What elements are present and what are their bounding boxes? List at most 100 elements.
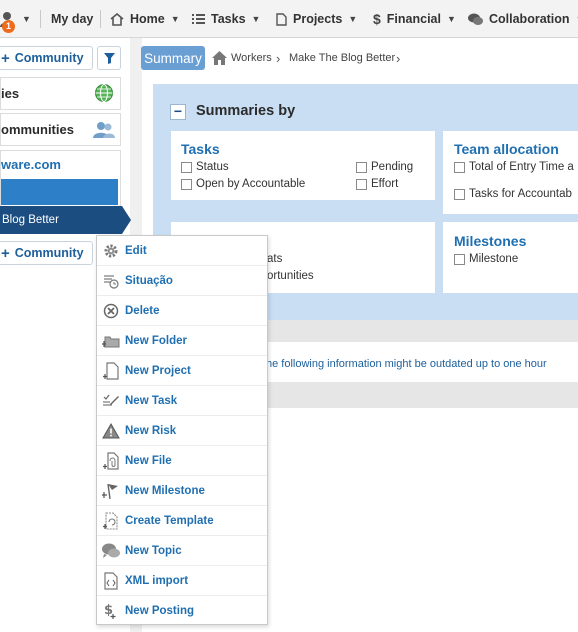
checkbox-box[interactable] xyxy=(181,178,192,190)
left-panel-box-1[interactable]: ies xyxy=(0,77,121,110)
checkbox-open-by-accountable-label: Open by Accountable xyxy=(196,178,306,190)
left-panel-box-2[interactable]: ommunities xyxy=(0,113,121,146)
menu-item-label: New Project xyxy=(125,364,191,377)
active-project-item[interactable]: Blog Better xyxy=(0,206,122,234)
checkbox-box[interactable] xyxy=(356,178,367,190)
menu-item-new-project[interactable]: New Project xyxy=(97,356,267,386)
milestone-flag-icon xyxy=(101,481,121,501)
menu-item-delete[interactable]: Delete xyxy=(97,296,267,326)
nav-financial-label: Financial xyxy=(386,12,441,26)
menu-item-new-task[interactable]: New Task xyxy=(97,386,267,416)
checkbox-milestone-label: Milestone xyxy=(469,253,519,265)
summaries-title: Summaries by xyxy=(196,103,296,119)
menu-item-new-posting[interactable]: $ New Posting xyxy=(97,596,267,626)
add-community-label: Community xyxy=(14,51,84,65)
chevron-right-icon: › xyxy=(276,50,281,66)
menu-item-new-milestone[interactable]: New Milestone xyxy=(97,476,267,506)
menu-item-new-risk[interactable]: New Risk xyxy=(97,416,267,446)
new-task-icon xyxy=(101,391,121,411)
chevron-down-icon: ▼ xyxy=(170,14,180,24)
checkbox-box[interactable] xyxy=(454,161,465,173)
chevron-down-icon: ▼ xyxy=(22,14,31,24)
list-icon xyxy=(192,14,205,24)
menu-item-new-topic[interactable]: New Topic xyxy=(97,536,267,566)
menu-item-label: Situação xyxy=(125,274,173,287)
status-clock-icon xyxy=(101,271,121,291)
checkbox-tasks-for-accountable-label: Tasks for Accountab xyxy=(469,188,572,200)
nav-collaboration[interactable]: Collaboration ▼ xyxy=(468,0,578,38)
nav-home-label: Home xyxy=(130,12,165,26)
menu-item-situacao[interactable]: Situação xyxy=(97,266,267,296)
globe-icon xyxy=(95,84,113,102)
menu-item-label: Delete xyxy=(125,304,160,317)
milestones-card-title[interactable]: Milestones xyxy=(454,233,526,249)
checkbox-status-label: Status xyxy=(196,161,229,173)
checkbox-box[interactable] xyxy=(454,188,465,200)
checkbox-effort-label: Effort xyxy=(371,178,399,190)
checkbox-milestone[interactable]: Milestone xyxy=(454,253,518,265)
nav-home[interactable]: Home ▼ xyxy=(110,0,180,38)
add-community-label-2: Community xyxy=(14,246,84,260)
breadcrumb-project[interactable]: Make The Blog Better xyxy=(289,46,395,70)
nav-projects[interactable]: Projects ▼ xyxy=(276,0,357,38)
nav-tasks[interactable]: Tasks ▼ xyxy=(192,0,260,38)
tab-summary[interactable]: Summary xyxy=(141,46,205,70)
collapse-button[interactable]: − xyxy=(170,104,186,120)
checkbox-open-by-accountable[interactable]: Open by Accountable xyxy=(181,178,305,190)
menu-item-create-template[interactable]: Create Template xyxy=(97,506,267,536)
opportunities-card-item[interactable]: ats xyxy=(267,253,282,265)
menu-item-label: Create Template xyxy=(125,514,214,527)
chevron-down-icon: ▼ xyxy=(446,14,456,24)
chevron-down-icon: ▼ xyxy=(348,14,358,24)
new-project-icon xyxy=(101,361,121,381)
menu-item-label: XML import xyxy=(125,574,189,587)
checkbox-pending[interactable]: Pending xyxy=(356,161,413,173)
group-title[interactable]: ware.com xyxy=(1,157,61,172)
template-icon xyxy=(101,511,121,531)
menu-item-xml-import[interactable]: XML import xyxy=(97,566,267,596)
nav-my-day[interactable]: My day xyxy=(51,0,93,38)
home-icon xyxy=(110,12,124,26)
add-community-button[interactable]: + Community xyxy=(0,46,93,70)
menu-item-label: New Milestone xyxy=(125,484,205,497)
dollar-icon: $ xyxy=(373,11,381,27)
checkbox-box[interactable] xyxy=(454,253,465,265)
document-icon xyxy=(276,12,287,26)
checkbox-status[interactable]: Status xyxy=(181,161,229,173)
checkbox-tasks-for-accountable[interactable]: Tasks for Accountab xyxy=(454,188,572,200)
top-navigation-bar: ▼ 1 My day Home ▼ Tasks ▼ Projects ▼ $ F… xyxy=(0,0,578,38)
posting-icon: $ xyxy=(101,601,121,621)
notification-badge: 1 xyxy=(2,20,15,33)
nav-projects-label: Projects xyxy=(293,12,343,26)
team-allocation-card-title[interactable]: Team allocation xyxy=(454,141,559,157)
home-icon[interactable] xyxy=(212,51,227,65)
menu-item-label: New Posting xyxy=(125,605,195,617)
outdated-info-text: he following information might be outdat… xyxy=(266,358,547,370)
menu-item-new-file[interactable]: New File xyxy=(97,446,267,476)
menu-item-new-folder[interactable]: New Folder xyxy=(97,326,267,356)
delete-icon xyxy=(101,301,121,321)
xml-import-icon xyxy=(101,571,121,591)
add-community-button-2[interactable]: + Community xyxy=(0,241,93,265)
active-project-arrow xyxy=(122,206,131,234)
checkbox-total-entry-time[interactable]: Total of Entry Time a xyxy=(454,161,574,173)
menu-item-label: New Risk xyxy=(125,424,177,437)
nav-financial[interactable]: $ Financial ▼ xyxy=(373,0,456,38)
filter-button[interactable] xyxy=(97,46,121,70)
tab-summary-label: Summary xyxy=(144,50,202,66)
menu-item-edit[interactable]: Edit xyxy=(97,236,267,266)
nav-tasks-label: Tasks xyxy=(211,12,246,26)
checkbox-box[interactable] xyxy=(181,161,192,173)
breadcrumb-workers-label: Workers xyxy=(231,52,272,64)
checkbox-effort[interactable]: Effort xyxy=(356,178,398,190)
nav-divider xyxy=(100,10,101,28)
breadcrumb-workers[interactable]: Workers xyxy=(231,46,272,70)
tasks-card-title[interactable]: Tasks xyxy=(181,141,220,157)
checkbox-box[interactable] xyxy=(356,161,367,173)
group-selected-bar[interactable] xyxy=(1,179,118,205)
opportunities-card-item[interactable]: ortunities xyxy=(267,270,314,282)
plus-icon: + xyxy=(1,244,10,262)
active-project-label: Blog Better xyxy=(2,214,59,226)
menu-item-label: New Folder xyxy=(125,334,187,347)
context-menu: Edit Situação Delete New Folder New Proj… xyxy=(96,235,268,625)
